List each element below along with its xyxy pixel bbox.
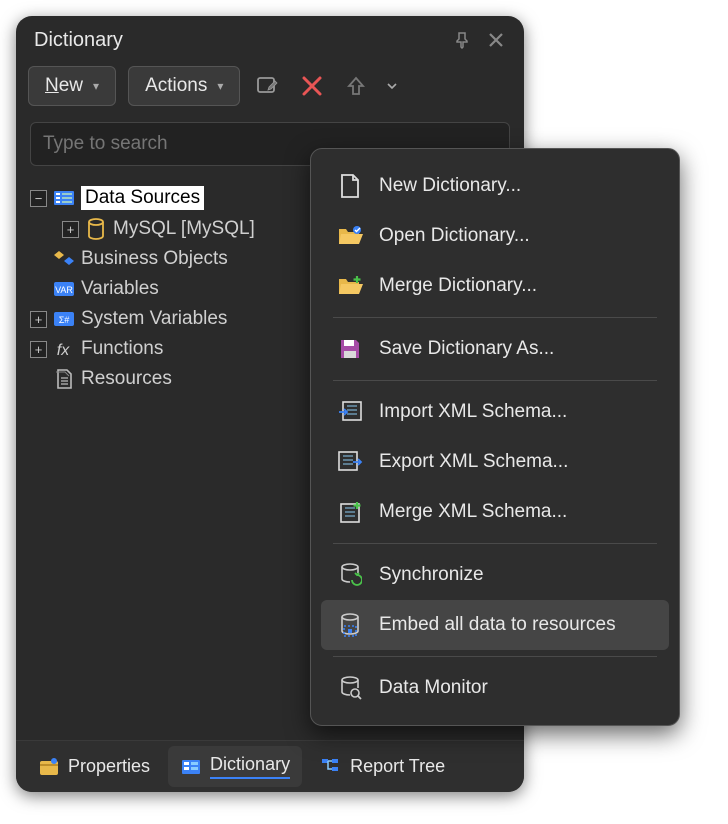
svg-text:VAR: VAR [55,285,73,295]
functions-icon: fx [53,338,75,360]
menu-label: Embed all data to resources [379,614,616,636]
embed-data-icon [337,612,363,638]
tree-label: Business Objects [81,248,228,270]
tab-label: Report Tree [350,756,445,777]
menu-item-open-dictionary[interactable]: Open Dictionary... [321,211,669,261]
menu-separator [333,543,657,544]
svg-text:Σ#: Σ# [59,315,70,325]
toolbar: New ▾ Actions ▾ [16,60,524,112]
panel-header: Dictionary [16,16,524,60]
menu-label: Data Monitor [379,677,488,699]
menu-item-new-dictionary[interactable]: New Dictionary... [321,161,669,211]
merge-folder-icon [337,273,363,299]
collapse-icon[interactable]: − [30,190,47,207]
menu-label: Merge XML Schema... [379,501,567,523]
menu-label: New Dictionary... [379,175,521,197]
system-variables-icon: Σ# [53,308,75,330]
menu-label: Export XML Schema... [379,451,568,473]
save-icon [337,336,363,362]
bottom-tabs: Properties Dictionary Report Tree [16,740,524,792]
menu-separator [333,317,657,318]
menu-separator [333,656,657,657]
pin-icon[interactable] [450,28,474,52]
import-xml-icon [337,399,363,425]
tree-label: Data Sources [81,186,204,210]
tab-dictionary[interactable]: Dictionary [168,746,302,787]
export-xml-icon [337,449,363,475]
menu-label: Open Dictionary... [379,225,530,247]
properties-icon [38,756,60,778]
expand-icon[interactable]: + [30,311,47,328]
edit-icon[interactable] [252,70,284,102]
tree-label: System Variables [81,308,227,330]
tree-label: Resources [81,368,172,390]
tab-label: Properties [68,756,150,777]
chevron-down-icon: ▾ [93,79,99,93]
menu-item-data-monitor[interactable]: Data Monitor [321,663,669,713]
database-icon [85,218,107,240]
merge-xml-icon [337,499,363,525]
menu-item-merge-dictionary[interactable]: Merge Dictionary... [321,261,669,311]
report-tree-icon [320,756,342,778]
resources-icon [53,368,75,390]
synchronize-icon [337,562,363,588]
svg-text:fx: fx [57,342,70,359]
menu-label: Synchronize [379,564,484,586]
tab-label: Dictionary [210,754,290,779]
menu-item-import-xml[interactable]: Import XML Schema... [321,387,669,437]
menu-item-merge-xml[interactable]: Merge XML Schema... [321,487,669,537]
dictionary-icon [180,756,202,778]
chevron-down-icon: ▾ [217,79,223,93]
business-objects-icon [53,248,75,270]
open-folder-icon [337,223,363,249]
tree-label: MySQL [MySQL] [113,218,255,240]
tab-properties[interactable]: Properties [26,748,162,786]
tree-label: Variables [81,278,159,300]
up-arrow-icon[interactable] [340,70,372,102]
menu-label: Save Dictionary As... [379,338,554,360]
expand-icon[interactable]: + [30,341,47,358]
actions-button[interactable]: Actions ▾ [128,66,240,106]
menu-item-export-xml[interactable]: Export XML Schema... [321,437,669,487]
new-button[interactable]: New ▾ [28,66,116,106]
menu-label: Merge Dictionary... [379,275,537,297]
variables-icon: VAR [53,278,75,300]
menu-separator [333,380,657,381]
menu-label: Import XML Schema... [379,401,567,423]
actions-context-menu: New Dictionary... Open Dictionary... Mer… [310,148,680,726]
tab-report-tree[interactable]: Report Tree [308,748,457,786]
menu-item-synchronize[interactable]: Synchronize [321,550,669,600]
menu-item-embed-all-data[interactable]: Embed all data to resources [321,600,669,650]
expand-icon[interactable]: + [62,221,79,238]
tree-label: Functions [81,338,163,360]
new-file-icon [337,173,363,199]
data-monitor-icon [337,675,363,701]
menu-item-save-dictionary-as[interactable]: Save Dictionary As... [321,324,669,374]
chevron-down-icon[interactable] [384,70,400,102]
close-icon[interactable] [484,28,508,52]
delete-icon[interactable] [296,70,328,102]
panel-title: Dictionary [34,29,440,52]
datasource-icon [53,187,75,209]
